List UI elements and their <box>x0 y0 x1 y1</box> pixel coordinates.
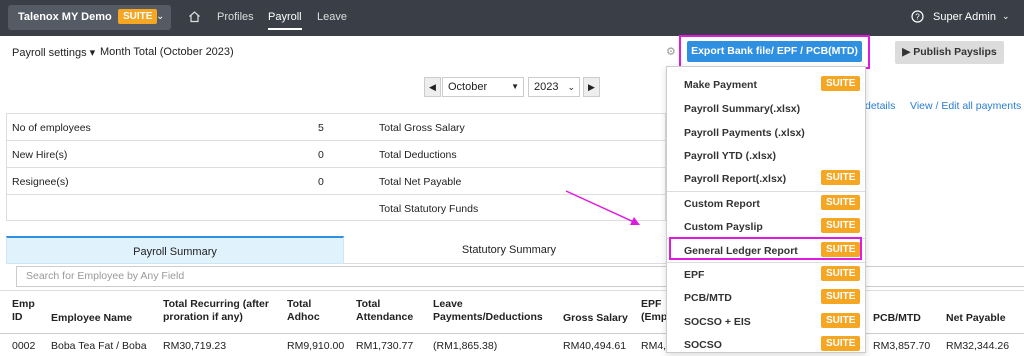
menu-item-payroll-report[interactable]: Payroll Report(.xlsx) SUITE <box>667 167 865 190</box>
menu-item-custom-report[interactable]: Custom Report SUITE <box>667 191 865 214</box>
menu-item-epf[interactable]: EPF SUITE <box>667 262 865 285</box>
summary-count: 0 <box>318 149 324 161</box>
chevron-down-icon: ⌄ <box>156 11 165 22</box>
user-menu[interactable]: Super Admin <box>933 11 996 23</box>
column-header: Leave Payments/Deductions <box>433 298 543 323</box>
column-header: Net Payable <box>946 312 1006 324</box>
table-cell: RM30,719.23 <box>163 340 227 352</box>
month-total-label: Month Total (October 2023) <box>100 46 234 58</box>
svg-text:?: ? <box>915 13 920 22</box>
tab-payroll-summary[interactable]: Payroll Summary <box>6 236 344 264</box>
suite-badge: SUITE <box>821 336 861 351</box>
summary-total-label: Total Statutory Funds <box>379 203 479 215</box>
payroll-settings-dropdown[interactable]: Payroll settings ▾ <box>12 46 95 59</box>
export-dropdown-menu: Make Payment SUITE Payroll Summary(.xlsx)… <box>666 66 866 353</box>
column-header: Emp ID <box>12 298 35 323</box>
summary-label: No of employees <box>12 122 91 134</box>
table-cell: RM32,344.26 <box>946 340 1010 352</box>
nav-payroll[interactable]: Payroll <box>268 11 302 30</box>
menu-item-payroll-ytd[interactable]: Payroll YTD (.xlsx) <box>667 144 865 167</box>
column-header: Total Recurring (after proration if any) <box>163 298 269 323</box>
menu-item-custom-payslip[interactable]: Custom Payslip SUITE <box>667 215 865 238</box>
menu-item-pcb-mtd[interactable]: PCB/MTD SUITE <box>667 286 865 309</box>
column-header: Gross Salary <box>563 312 628 324</box>
summary-total-label: Total Gross Salary <box>379 122 465 134</box>
suite-badge: SUITE <box>821 195 861 210</box>
suite-badge: SUITE <box>821 218 861 233</box>
summary-count: 5 <box>318 122 324 134</box>
menu-item-socso-eis[interactable]: SOCSO + EIS SUITE <box>667 310 865 333</box>
publish-payslips-button[interactable]: ▶ Publish Payslips <box>895 41 1004 64</box>
highlight-box <box>669 237 862 260</box>
table-cell: 0002 <box>12 340 36 352</box>
view-all-payments-link[interactable]: View / Edit all payments <box>910 100 1021 112</box>
table-cell: RM9,910.00 <box>287 340 345 352</box>
summary-count: 0 <box>318 176 324 188</box>
highlight-box <box>679 35 870 69</box>
table-cell: RM4, <box>641 340 667 352</box>
table-cell: (RM1,865.38) <box>433 340 498 352</box>
month-select[interactable]: October ▼ <box>442 77 524 97</box>
summary-total-label: Total Net Payable <box>379 176 462 188</box>
next-month-button[interactable]: ▶ <box>583 77 600 97</box>
suite-badge: SUITE <box>821 313 861 328</box>
details-link[interactable]: details <box>865 100 895 112</box>
table-cell: RM1,730.77 <box>356 340 414 352</box>
summary-label: Resignee(s) <box>12 176 69 188</box>
year-select[interactable]: 2023 ⌄ <box>528 77 580 97</box>
table-cell: RM3,857.70 <box>873 340 931 352</box>
payroll-toolbar: Payroll settings ▾ Month Total (October … <box>0 36 1024 68</box>
menu-item-make-payment[interactable]: Make Payment SUITE <box>667 73 865 96</box>
tab-statutory-summary[interactable]: Statutory Summary <box>344 236 674 264</box>
summary-total-label: Total Deductions <box>379 149 457 161</box>
prev-month-button[interactable]: ◀ <box>424 77 441 97</box>
nav-profiles[interactable]: Profiles <box>217 11 254 23</box>
company-switcher[interactable]: Talenox MY Demo SUITE ⌄ <box>8 5 171 30</box>
column-header: Employee Name <box>51 312 133 324</box>
employee-search-input[interactable]: Search for Employee by Any Field <box>16 266 1024 287</box>
suite-badge: SUITE <box>821 170 861 185</box>
top-navbar: Talenox MY Demo SUITE ⌄ Profiles Payroll… <box>0 0 1024 36</box>
suite-badge: SUITE <box>821 266 861 281</box>
chevron-down-icon: ⌄ <box>1002 11 1010 21</box>
suite-badge: SUITE <box>821 289 861 304</box>
gear-icon[interactable]: ⚙ <box>666 45 676 58</box>
home-icon[interactable] <box>188 10 201 26</box>
table-header: Emp ID Employee Name Total Recurring (af… <box>0 290 1024 334</box>
column-header: Total Adhoc <box>287 298 320 323</box>
help-icon[interactable]: ? <box>911 10 924 26</box>
menu-item-payroll-summary[interactable]: Payroll Summary(.xlsx) <box>667 97 865 120</box>
menu-item-payroll-payments[interactable]: Payroll Payments (.xlsx) <box>667 121 865 144</box>
column-header: PCB/MTD <box>873 312 921 324</box>
table-cell: RM40,494.61 <box>563 340 627 352</box>
summary-label: New Hire(s) <box>12 149 68 161</box>
company-name: Talenox MY Demo <box>18 11 112 23</box>
nav-leave[interactable]: Leave <box>317 11 347 23</box>
suite-badge: SUITE <box>821 76 861 91</box>
column-header: EPF (Emp <box>641 298 666 323</box>
suite-badge: SUITE <box>118 9 158 24</box>
column-header: Total Attendance <box>356 298 414 323</box>
annotation-arrow-icon <box>565 190 640 225</box>
table-cell[interactable]: Boba Tea Fat / Boba <box>51 340 147 352</box>
